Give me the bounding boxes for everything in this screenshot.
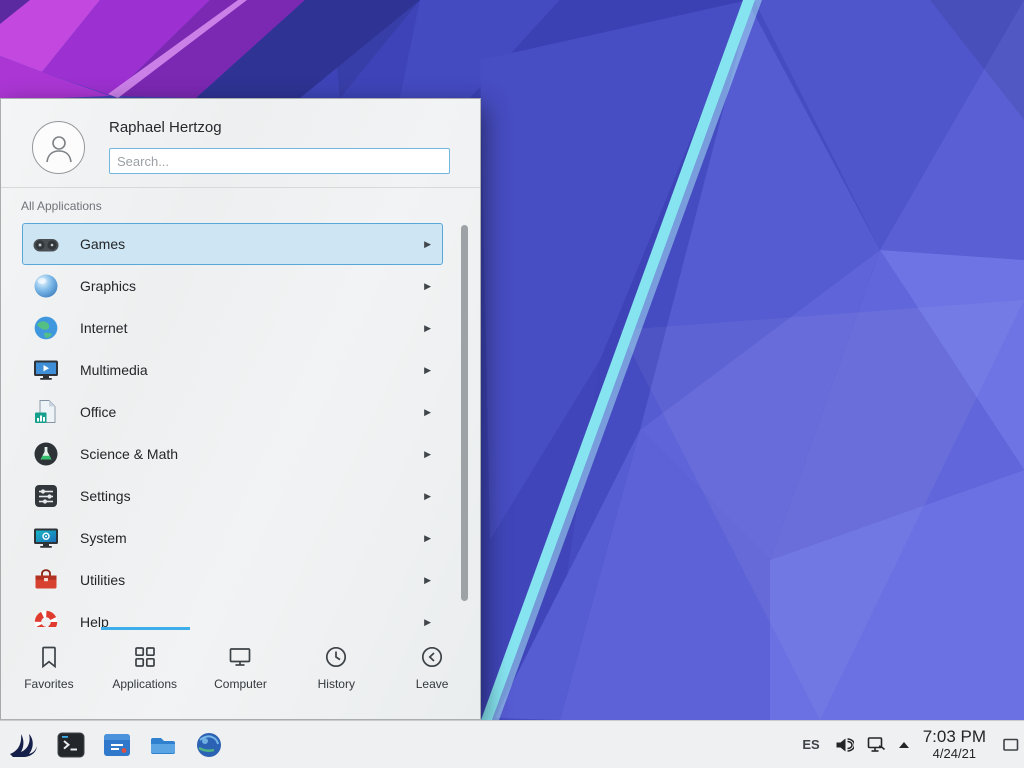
tab-label: History: [318, 677, 355, 691]
user-name: Raphael Hertzog: [109, 119, 222, 136]
user-icon: [42, 131, 76, 165]
category-utilities[interactable]: Utilities ▶: [22, 559, 443, 601]
category-label: Utilities: [80, 572, 125, 588]
folder-button[interactable]: [148, 730, 178, 760]
web-browser-icon: [195, 731, 223, 759]
category-science-math[interactable]: Science & Math ▶: [22, 433, 443, 475]
settings-icon: [32, 482, 60, 510]
system-icon: [32, 524, 60, 552]
submenu-arrow-icon: ▶: [424, 491, 431, 502]
category-label: Internet: [80, 320, 127, 336]
tab-favorites[interactable]: Favorites: [1, 627, 97, 719]
section-label: All Applications: [21, 199, 102, 213]
tab-label: Leave: [416, 677, 449, 691]
internet-icon: [32, 314, 60, 342]
category-label: System: [80, 530, 127, 546]
launcher-tab-bar: Favorites Applications Computer History: [1, 627, 480, 719]
category-help[interactable]: Help ▶: [22, 601, 443, 627]
category-multimedia[interactable]: Multimedia ▶: [22, 349, 443, 391]
tab-label: Computer: [214, 677, 267, 691]
category-label: Games: [80, 236, 125, 252]
science-icon: [32, 440, 60, 468]
header-divider: [1, 187, 480, 188]
list-scrollbar[interactable]: [461, 225, 468, 601]
kali-launcher-icon: [7, 729, 39, 761]
category-settings[interactable]: Settings ▶: [22, 475, 443, 517]
office-icon: [32, 398, 60, 426]
submenu-arrow-icon: ▶: [424, 575, 431, 586]
help-icon: [32, 608, 60, 627]
web-browser-button[interactable]: [194, 730, 224, 760]
category-games[interactable]: Games ▶: [22, 223, 443, 265]
application-launcher-button[interactable]: [6, 728, 40, 762]
file-window-icon: [103, 731, 131, 759]
tab-history[interactable]: History: [288, 627, 384, 719]
submenu-arrow-icon: ▶: [424, 323, 431, 334]
tab-leave[interactable]: Leave: [384, 627, 480, 719]
tab-label: Applications: [112, 677, 177, 691]
computer-icon: [227, 644, 253, 670]
category-label: Office: [80, 404, 116, 420]
submenu-arrow-icon: ▶: [424, 407, 431, 418]
category-system[interactable]: System ▶: [22, 517, 443, 559]
submenu-arrow-icon: ▶: [424, 617, 431, 628]
category-internet[interactable]: Internet ▶: [22, 307, 443, 349]
category-label: Settings: [80, 488, 131, 504]
tab-computer[interactable]: Computer: [193, 627, 289, 719]
taskbar: ES 7:03 PM 4/24/21: [0, 720, 1024, 768]
history-icon: [323, 644, 349, 670]
file-manager-button[interactable]: [102, 730, 132, 760]
category-label: Multimedia: [80, 362, 148, 378]
submenu-arrow-icon: ▶: [424, 533, 431, 544]
terminal-button[interactable]: [56, 730, 86, 760]
submenu-arrow-icon: ▶: [424, 239, 431, 250]
volume-icon[interactable]: [835, 735, 854, 754]
submenu-arrow-icon: ▶: [424, 365, 431, 376]
clock-time: 7:03 PM: [923, 727, 986, 747]
digital-clock[interactable]: 7:03 PM 4/24/21: [923, 727, 986, 761]
category-label: Graphics: [80, 278, 136, 294]
submenu-arrow-icon: ▶: [424, 281, 431, 292]
utilities-icon: [32, 566, 60, 594]
search-input[interactable]: [109, 148, 450, 174]
system-tray: ES 7:03 PM 4/24/21: [802, 721, 1024, 768]
category-label: Science & Math: [80, 446, 178, 462]
applications-icon: [132, 644, 158, 670]
graphics-icon: [32, 272, 60, 300]
user-avatar[interactable]: [32, 121, 85, 174]
clock-date: 4/24/21: [923, 747, 986, 762]
active-tab-indicator: [101, 627, 190, 630]
show-desktop-icon: [1002, 737, 1020, 753]
leave-icon: [419, 644, 445, 670]
category-graphics[interactable]: Graphics ▶: [22, 265, 443, 307]
category-office[interactable]: Office ▶: [22, 391, 443, 433]
category-label: Help: [80, 614, 109, 627]
application-launcher-menu: Raphael Hertzog All Applications Games ▶…: [0, 98, 481, 720]
category-list: Games ▶ Graphics ▶ Internet ▶: [1, 223, 480, 627]
terminal-icon: [57, 731, 85, 759]
expand-arrow-icon[interactable]: [899, 742, 909, 748]
favorites-icon: [36, 644, 62, 670]
submenu-arrow-icon: ▶: [424, 449, 431, 460]
games-icon: [32, 230, 60, 258]
keyboard-layout-indicator[interactable]: ES: [802, 737, 819, 752]
show-desktop-button[interactable]: [998, 721, 1024, 768]
multimedia-icon: [32, 356, 60, 384]
tab-label: Favorites: [24, 677, 73, 691]
folder-icon: [149, 731, 177, 759]
network-icon[interactable]: [867, 735, 886, 754]
tab-applications[interactable]: Applications: [97, 627, 193, 719]
